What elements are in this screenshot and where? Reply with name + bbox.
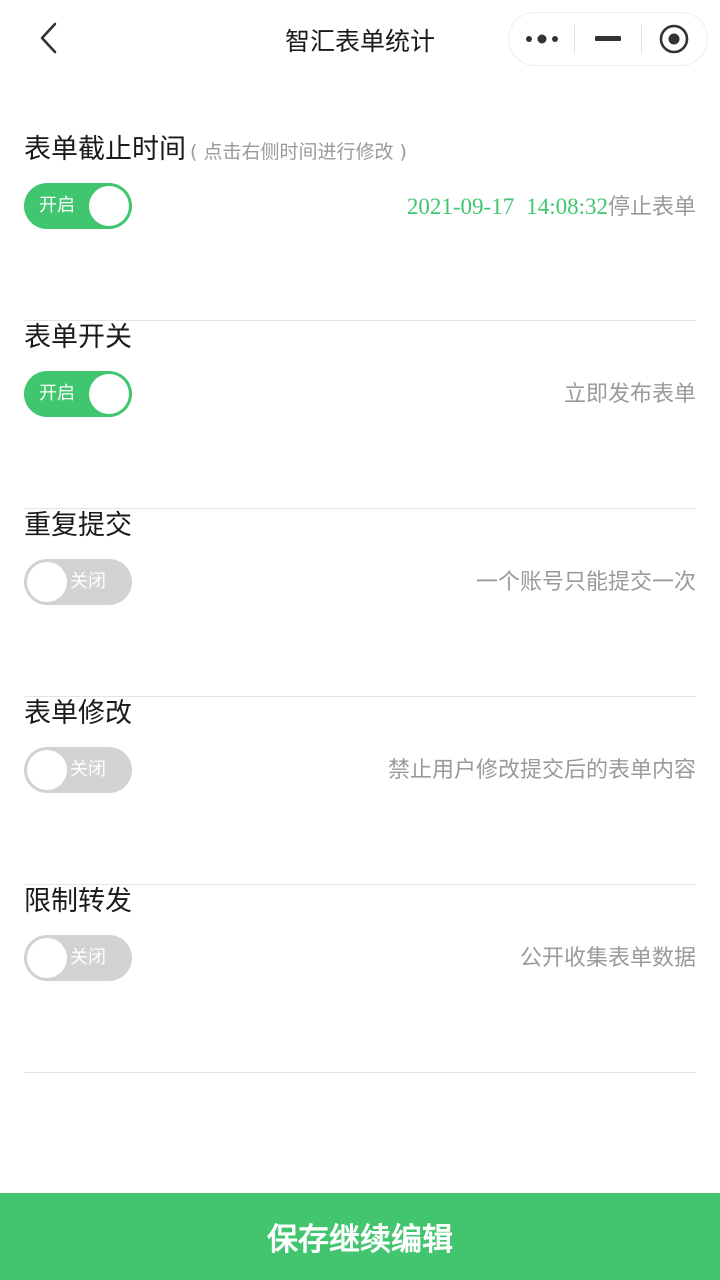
toggle-knob — [89, 374, 129, 414]
form-switch-title: 表单开关 — [24, 322, 132, 353]
toggle-knob — [27, 938, 67, 978]
setting-deadline: 表单截止时间( 点击右侧时间进行修改 ) 开启 2021-09-17 14:08:… — [24, 133, 696, 321]
navigation-bar: 智汇表单统计 — [0, 0, 720, 78]
form-edit-title: 表单修改 — [24, 698, 132, 729]
deadline-hint: ( 点击右侧时间进行修改 ) — [190, 141, 407, 163]
form-edit-toggle[interactable]: 关闭 — [24, 747, 132, 793]
back-button[interactable] — [28, 18, 68, 58]
deadline-right: 2021-09-17 14:08:32停止表单 — [407, 192, 696, 223]
form-switch-toggle[interactable]: 开启 — [24, 371, 132, 417]
deadline-time: 14:08:32 — [526, 194, 608, 219]
section-divider — [24, 1072, 696, 1073]
restrict-share-title: 限制转发 — [24, 886, 132, 917]
mini-program-capsule — [508, 12, 708, 66]
deadline-title: 表单截止时间 — [24, 134, 186, 165]
repeat-submit-title: 重复提交 — [24, 510, 132, 541]
deadline-date: 2021-09-17 — [406, 194, 515, 219]
restrict-share-description: 公开收集表单数据 — [519, 946, 696, 971]
close-button[interactable] — [642, 13, 707, 65]
chevron-left-icon — [40, 22, 57, 54]
more-dots-icon — [525, 34, 558, 44]
more-button[interactable] — [509, 13, 574, 65]
minimize-button[interactable] — [575, 13, 640, 65]
toggle-label: 开启 — [39, 195, 75, 216]
target-close-icon — [660, 24, 689, 54]
deadline-datetime[interactable]: 2021-09-17 14:08:32 — [407, 194, 608, 219]
form-edit-description: 禁止用户修改提交后的表单内容 — [387, 758, 696, 783]
toggle-knob — [89, 186, 129, 226]
deadline-toggle[interactable]: 开启 — [24, 183, 132, 229]
repeat-submit-toggle[interactable]: 关闭 — [24, 559, 132, 605]
restrict-share-toggle[interactable]: 关闭 — [24, 935, 132, 981]
setting-form-switch: 表单开关 开启 立即发布表单 — [24, 321, 696, 509]
setting-form-edit: 表单修改 关闭 禁止用户修改提交后的表单内容 — [24, 697, 696, 885]
setting-title: 表单截止时间( 点击右侧时间进行修改 ) — [24, 133, 407, 169]
toggle-knob — [27, 750, 67, 790]
toggle-label: 关闭 — [70, 759, 106, 780]
repeat-submit-description: 一个账号只能提交一次 — [475, 570, 696, 595]
minimize-icon — [594, 36, 621, 41]
save-continue-button[interactable]: 保存继续编辑 — [0, 1193, 720, 1280]
form-settings-page: 智汇表单统计 表单截止时间 (点击右侧时间进行修改) 开启 2021-09-… — [0, 0, 720, 1280]
toggle-label: 开启 — [39, 383, 75, 404]
setting-repeat-submit: 重复提交 关闭 一个账号只能提交一次 — [24, 509, 696, 697]
form-switch-description: 立即发布表单 — [563, 382, 696, 407]
stop-form-label: 停止表单 — [607, 195, 696, 220]
toggle-knob — [27, 562, 67, 602]
setting-restrict-share: 限制转发 关闭 公开收集表单数据 — [24, 885, 696, 1073]
toggle-label: 关闭 — [70, 947, 106, 968]
toggle-label: 关闭 — [70, 571, 106, 592]
